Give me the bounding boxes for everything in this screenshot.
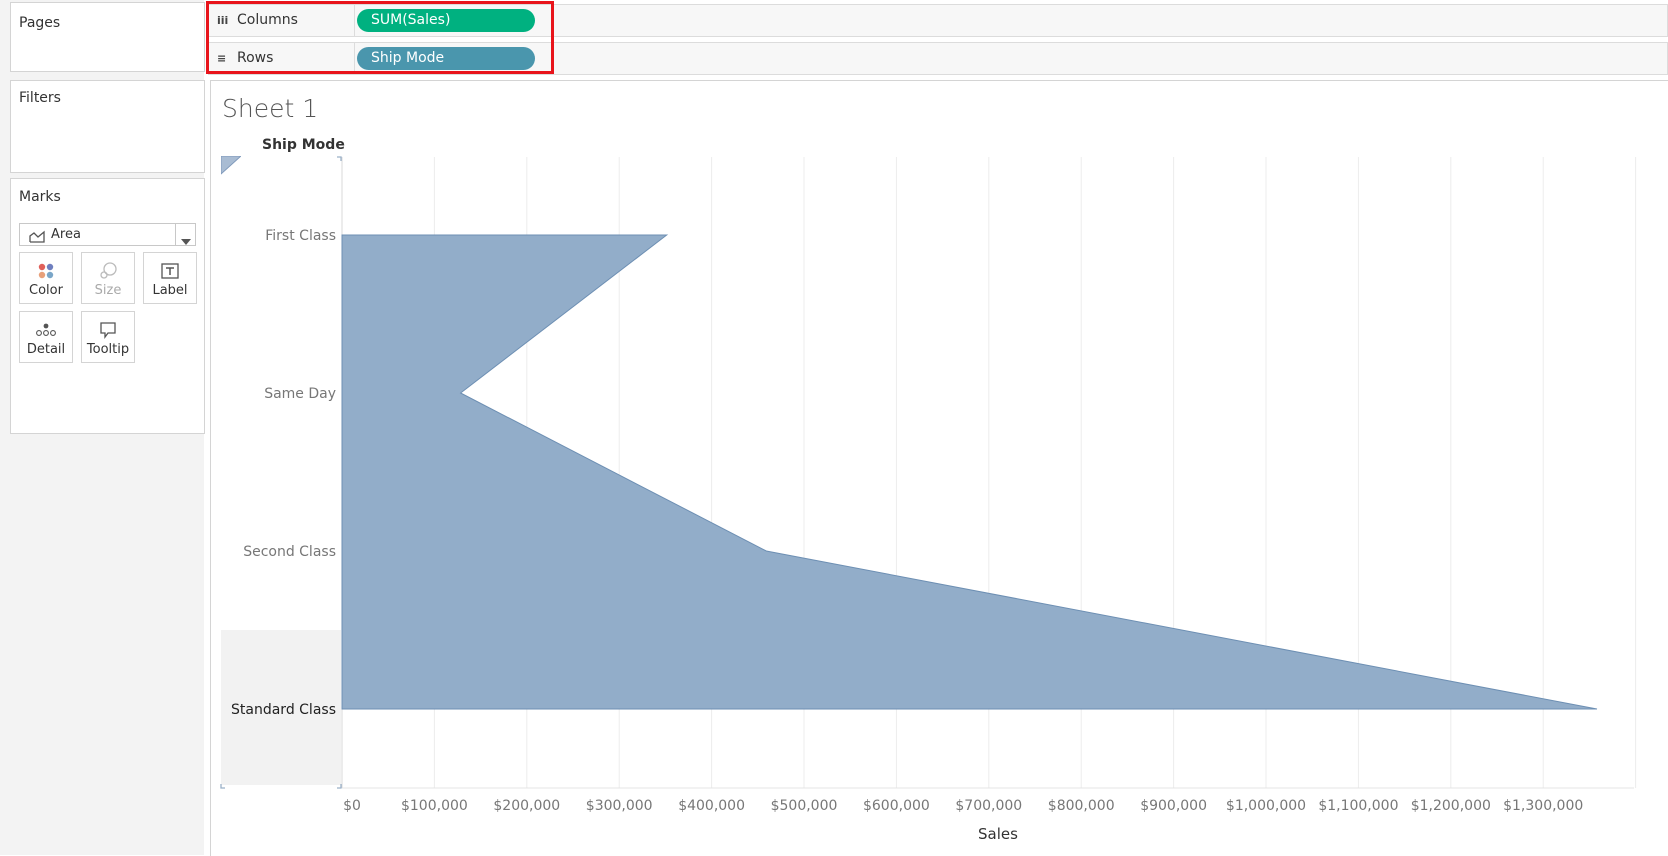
x-tick-label: $400,000 — [678, 798, 745, 814]
x-tick-label: $1,300,000 — [1503, 798, 1583, 814]
x-tick-label: $1,000,000 — [1226, 798, 1306, 814]
x-tick-label: $300,000 — [586, 798, 653, 814]
area-series[interactable] — [341, 234, 1598, 710]
x-tick-label: $200,000 — [493, 798, 560, 814]
x-tick-label: $1,200,000 — [1411, 798, 1491, 814]
frame-corner — [220, 784, 225, 789]
area-chart: First Class Same Day Second Class Standard … — [220, 156, 1637, 843]
frame-corner — [337, 156, 342, 161]
x-tick-label: $800,000 — [1048, 798, 1115, 814]
x-axis-title[interactable]: Sales — [978, 825, 1018, 843]
row-label-same-day[interactable]: Same Day — [264, 386, 336, 402]
row-label-standard-class[interactable]: Standard Class — [231, 702, 336, 718]
x-tick-label: $0 — [343, 798, 361, 814]
x-tick-label: $100,000 — [401, 798, 468, 814]
row-label-second-class[interactable]: Second Class — [243, 544, 336, 560]
x-tick-label: $700,000 — [955, 798, 1022, 814]
x-tick-label: $500,000 — [771, 798, 838, 814]
x-tick-label: $1,100,000 — [1318, 798, 1398, 814]
frame-corner — [337, 784, 342, 789]
x-tick-label: $600,000 — [863, 798, 930, 814]
row-label-first-class[interactable]: First Class — [265, 228, 336, 244]
x-tick-label: $900,000 — [1140, 798, 1207, 814]
